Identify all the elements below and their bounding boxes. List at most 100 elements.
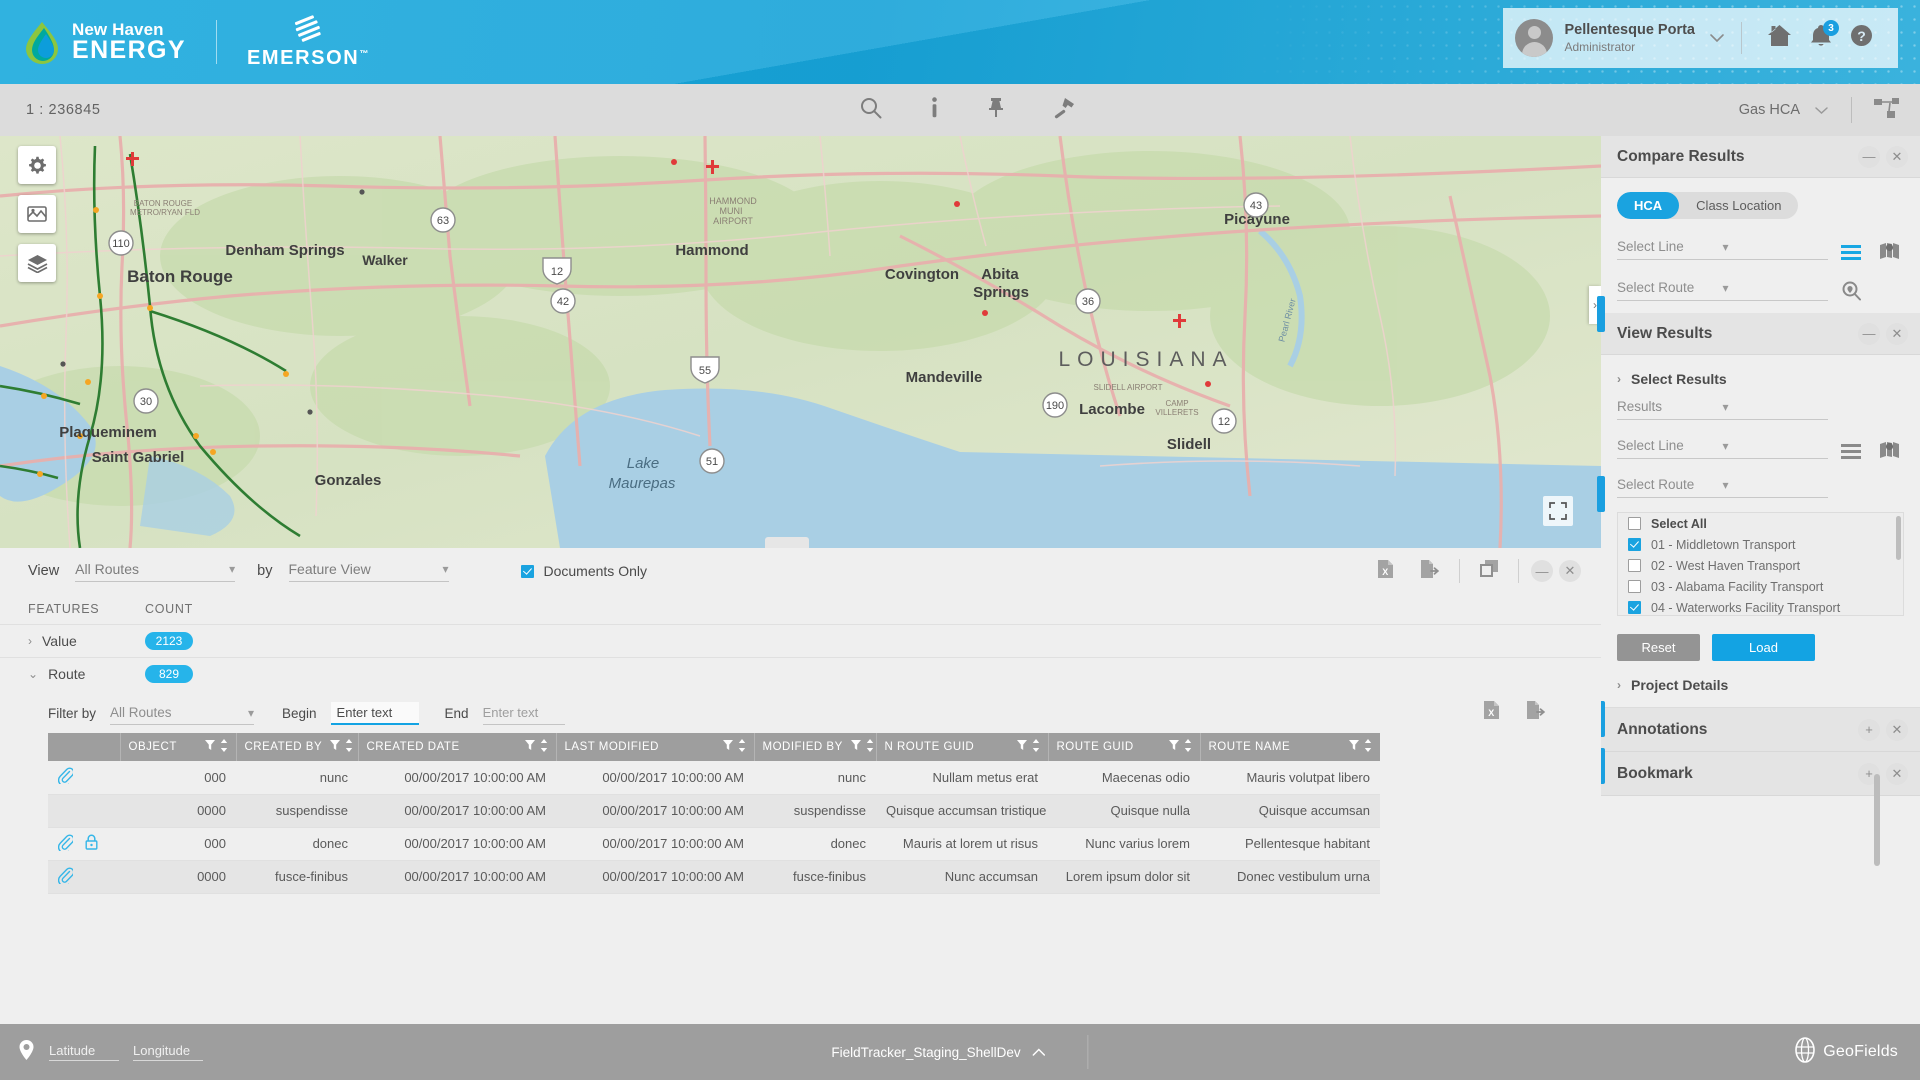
attachment-icon[interactable] [57, 834, 75, 854]
chevron-down-icon[interactable] [1709, 31, 1725, 46]
checkbox[interactable] [1628, 538, 1641, 551]
hammer-icon[interactable] [1053, 97, 1075, 124]
help-icon[interactable]: ? [1850, 24, 1873, 52]
table-row[interactable]: 000 donec 00/00/2017 10:00:00 AM 00/00/2017… [48, 827, 1380, 861]
sort-icon[interactable] [1032, 739, 1040, 755]
longitude-field[interactable]: Longitude [133, 1043, 203, 1061]
feature-tree-row[interactable]: ⌄ Route 829 [0, 657, 1601, 690]
sort-icon[interactable] [1364, 739, 1372, 755]
minimize-icon[interactable]: — [1858, 145, 1880, 168]
attachment-icon[interactable] [57, 767, 75, 787]
reset-button[interactable]: Reset [1617, 634, 1700, 661]
basemap-icon[interactable] [18, 195, 56, 233]
lock-icon[interactable] [85, 834, 98, 853]
sort-icon[interactable] [345, 739, 353, 755]
route-checkbox-list[interactable]: Select All 01 - Middletown Transport 02 - … [1617, 512, 1904, 616]
close-icon[interactable]: ✕ [1886, 718, 1908, 741]
copy-icon[interactable] [1479, 559, 1499, 583]
sort-icon[interactable] [866, 739, 874, 755]
gear-icon[interactable] [18, 146, 56, 184]
begin-input[interactable]: Enter text [330, 702, 419, 725]
end-input[interactable]: Enter text [482, 705, 565, 725]
filter-icon[interactable] [722, 740, 733, 754]
documents-only-checkbox[interactable] [520, 564, 534, 578]
close-icon[interactable]: ✕ [1886, 762, 1908, 785]
load-button[interactable]: Load [1712, 634, 1815, 661]
search-icon[interactable] [860, 97, 882, 124]
map-pin-icon[interactable] [1874, 441, 1904, 459]
excel-export-icon[interactable]: X [1483, 700, 1500, 725]
export-icon[interactable] [1526, 700, 1546, 725]
search-pin-icon[interactable] [1836, 281, 1866, 301]
fullscreen-icon[interactable] [1543, 496, 1573, 526]
checkbox-list-scrollbar[interactable] [1896, 516, 1901, 560]
close-icon[interactable]: ✕ [1886, 322, 1908, 345]
map-canvas[interactable]: Baton Rouge Denham Springs Walker Hammond Co… [0, 136, 1601, 548]
filter-icon[interactable] [1168, 740, 1179, 754]
map-pin-icon[interactable] [1874, 242, 1904, 260]
column-header[interactable]: ROUTE GUID [1047, 733, 1200, 761]
compare-select-line[interactable]: Select Line ▾ [1617, 239, 1828, 260]
sort-icon[interactable] [220, 739, 228, 755]
table-row[interactable]: 000 nunc 00/00/2017 10:00:00 AM 00/00/2017 … [48, 761, 1380, 795]
column-header[interactable]: CREATED DATE [357, 733, 556, 761]
attachment-icon[interactable] [57, 867, 75, 887]
emerson-logo[interactable]: EMERSON™ [247, 14, 370, 70]
tab-hca[interactable]: HCA [1617, 192, 1680, 219]
minimize-icon[interactable]: — [1858, 322, 1880, 345]
checkbox[interactable] [1628, 517, 1641, 530]
results-select[interactable]: Results ▾ [1617, 399, 1828, 420]
chevron-right-icon[interactable]: › [28, 634, 32, 648]
layers-icon[interactable] [18, 244, 56, 282]
compare-select-route[interactable]: Select Route ▾ [1617, 280, 1828, 301]
list-icon[interactable] [1836, 444, 1866, 459]
sort-icon[interactable] [738, 739, 746, 755]
filter-icon[interactable] [524, 740, 535, 754]
filter-icon[interactable] [330, 740, 341, 754]
map-resize-handle[interactable] [765, 537, 809, 548]
panel-drag-handle[interactable] [1597, 296, 1605, 332]
new-haven-energy-logo[interactable]: New Haven ENERGY [22, 20, 186, 64]
column-header[interactable]: CREATED BY [235, 733, 358, 761]
column-header[interactable] [48, 733, 120, 761]
checkbox[interactable] [1628, 580, 1641, 593]
home-icon[interactable] [1767, 24, 1792, 52]
route-checkbox-row[interactable]: 04 - Waterworks Facility Transport [1618, 597, 1903, 615]
plus-icon[interactable]: + [1858, 718, 1880, 741]
view-mode-select[interactable]: Feature View ▾ [288, 561, 449, 582]
route-checkbox-row[interactable]: 03 - Alabama Facility Transport [1618, 576, 1903, 597]
latitude-field[interactable]: Latitude [49, 1043, 119, 1061]
filter-icon[interactable] [1349, 740, 1359, 754]
documents-only-toggle[interactable]: Documents Only [520, 563, 647, 579]
sort-icon[interactable] [1184, 739, 1192, 755]
column-header[interactable]: N ROUTE GUID [875, 733, 1048, 761]
pin-icon[interactable] [987, 97, 1005, 124]
checkbox[interactable] [1628, 559, 1641, 572]
tab-class-location[interactable]: Class Location [1679, 192, 1798, 219]
select-all-row[interactable]: Select All [1618, 513, 1903, 534]
project-details-section[interactable]: › Project Details [1617, 677, 1904, 693]
checkbox[interactable] [1628, 601, 1641, 614]
filter-icon[interactable] [850, 740, 861, 754]
view-route-select[interactable]: All Routes ▾ [75, 561, 236, 582]
view-select-line[interactable]: Select Line ▾ [1617, 438, 1828, 459]
list-icon[interactable] [1836, 245, 1866, 260]
select-results-section[interactable]: › Select Results [1617, 371, 1904, 387]
table-row[interactable]: 0000 suspendisse 00/00/2017 10:00:00 AM 00/… [48, 794, 1380, 828]
excel-export-icon[interactable]: X [1377, 559, 1394, 584]
filter-icon[interactable] [1016, 740, 1027, 754]
filter-by-select[interactable]: All Routes ▾ [110, 705, 255, 725]
column-header[interactable]: LAST MODIFIED [555, 733, 754, 761]
column-header[interactable]: MODIFIED BY [753, 733, 876, 761]
chevron-down-icon[interactable]: ⌄ [28, 667, 38, 681]
route-checkbox-row[interactable]: 01 - Middletown Transport [1618, 534, 1903, 555]
hca-type-select[interactable]: Gas HCA [1739, 102, 1829, 118]
minimize-icon[interactable]: — [1531, 560, 1553, 582]
close-icon[interactable]: ✕ [1559, 560, 1581, 582]
view-select-route[interactable]: Select Route ▾ [1617, 477, 1828, 498]
feature-tree-row[interactable]: › Value 2123 [0, 624, 1601, 657]
column-header[interactable]: OBJECT [119, 733, 236, 761]
user-menu[interactable]: Pellentesque Porta Administrator 3 ? [1503, 8, 1898, 68]
route-checkbox-row[interactable]: 02 - West Haven Transport [1618, 555, 1903, 576]
info-icon[interactable] [930, 96, 939, 124]
